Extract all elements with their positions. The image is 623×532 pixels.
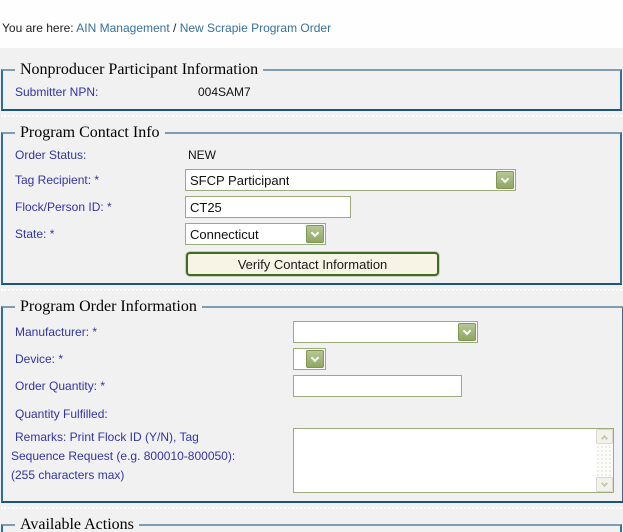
page-header: You are here: AIN Management / New Scrap… — [0, 0, 623, 48]
verify-button-row: Verify Contact Information — [11, 252, 612, 276]
chevron-down-icon[interactable] — [306, 225, 324, 243]
section-divider — [1, 285, 622, 291]
remarks-label-line2: Sequence Request (e.g. 800010-800050): — [11, 447, 293, 466]
submitter-npn-value: 004SAM7 — [185, 85, 251, 99]
nonproducer-section-legend: Nonproducer Participant Information — [15, 61, 263, 79]
section-divider — [1, 111, 622, 117]
device-row: Device: * — [11, 347, 614, 371]
breadcrumb-link-ain-management[interactable]: AIN Management — [76, 21, 169, 35]
order-section-legend: Program Order Information — [15, 298, 202, 316]
order-quantity-label: Order Quantity: * — [11, 379, 293, 393]
chevron-down-icon[interactable] — [496, 171, 514, 189]
program-order-section: Program Order Information Manufacturer: … — [1, 298, 623, 503]
remarks-textarea-text[interactable] — [294, 429, 596, 492]
section-divider — [1, 503, 622, 509]
verify-contact-information-button[interactable]: Verify Contact Information — [186, 252, 439, 276]
remarks-row: Remarks: Print Flock ID (Y/N), Tag Seque… — [11, 428, 614, 493]
breadcrumb-prefix: You are here: — [2, 21, 74, 35]
state-row: State: * Connecticut — [11, 222, 612, 246]
manufacturer-row: Manufacturer: * — [11, 320, 614, 344]
state-label: State: * — [11, 227, 185, 241]
order-status-row: Order Status: NEW — [11, 145, 612, 165]
remarks-textarea[interactable] — [293, 428, 614, 493]
order-status-value: NEW — [185, 148, 216, 162]
nonproducer-participant-section: Nonproducer Participant Information Subm… — [1, 61, 622, 111]
state-select[interactable]: Connecticut — [185, 223, 326, 245]
submitter-npn-row: Submitter NPN: 004SAM7 — [11, 82, 612, 102]
tag-recipient-selected-value: SFCP Participant — [186, 173, 289, 188]
tag-recipient-select[interactable]: SFCP Participant — [185, 169, 516, 191]
state-selected-value: Connecticut — [186, 227, 259, 242]
remarks-scrollbar[interactable] — [596, 429, 613, 492]
program-contact-section: Program Contact Info Order Status: NEW T… — [1, 124, 622, 285]
tag-recipient-label: Tag Recipient: * — [11, 173, 185, 187]
scroll-up-icon[interactable] — [596, 429, 613, 444]
scrollbar-track[interactable] — [596, 444, 613, 477]
manufacturer-label: Manufacturer: * — [11, 325, 293, 339]
quantity-fulfilled-row: Quantity Fulfilled: — [11, 404, 614, 424]
scroll-down-icon[interactable] — [596, 477, 613, 492]
order-quantity-row: Order Quantity: * — [11, 374, 614, 398]
remarks-label-line3: (255 characters max) — [11, 466, 293, 485]
device-label: Device: * — [11, 352, 293, 366]
remarks-label: Remarks: Print Flock ID (Y/N), Tag Seque… — [11, 428, 293, 485]
chevron-down-icon[interactable] — [458, 323, 476, 341]
flock-person-id-label: Flock/Person ID: * — [11, 200, 185, 214]
flock-person-id-input[interactable] — [185, 196, 351, 218]
quantity-fulfilled-label: Quantity Fulfilled: — [11, 407, 293, 421]
order-status-label: Order Status: — [11, 148, 185, 162]
chevron-down-icon[interactable] — [306, 350, 324, 368]
flock-person-id-row: Flock/Person ID: * — [11, 195, 612, 219]
remarks-label-line1: Remarks: Print Flock ID (Y/N), Tag — [11, 428, 293, 447]
form-content: Nonproducer Participant Information Subm… — [0, 48, 623, 532]
device-select[interactable] — [293, 348, 326, 370]
breadcrumb-separator: / — [173, 21, 176, 35]
contact-section-legend: Program Contact Info — [15, 124, 165, 142]
breadcrumb-link-new-scrapie-order[interactable]: New Scrapie Program Order — [180, 21, 331, 35]
actions-section-legend: Available Actions — [15, 516, 139, 532]
order-quantity-input[interactable] — [293, 375, 462, 397]
tag-recipient-row: Tag Recipient: * SFCP Participant — [11, 168, 612, 192]
manufacturer-select[interactable] — [293, 321, 478, 343]
available-actions-section: Available Actions Submit New Scrapie Ord… — [1, 516, 622, 532]
breadcrumb: You are here: AIN Management / New Scrap… — [2, 21, 623, 35]
submitter-npn-label: Submitter NPN: — [11, 85, 185, 99]
